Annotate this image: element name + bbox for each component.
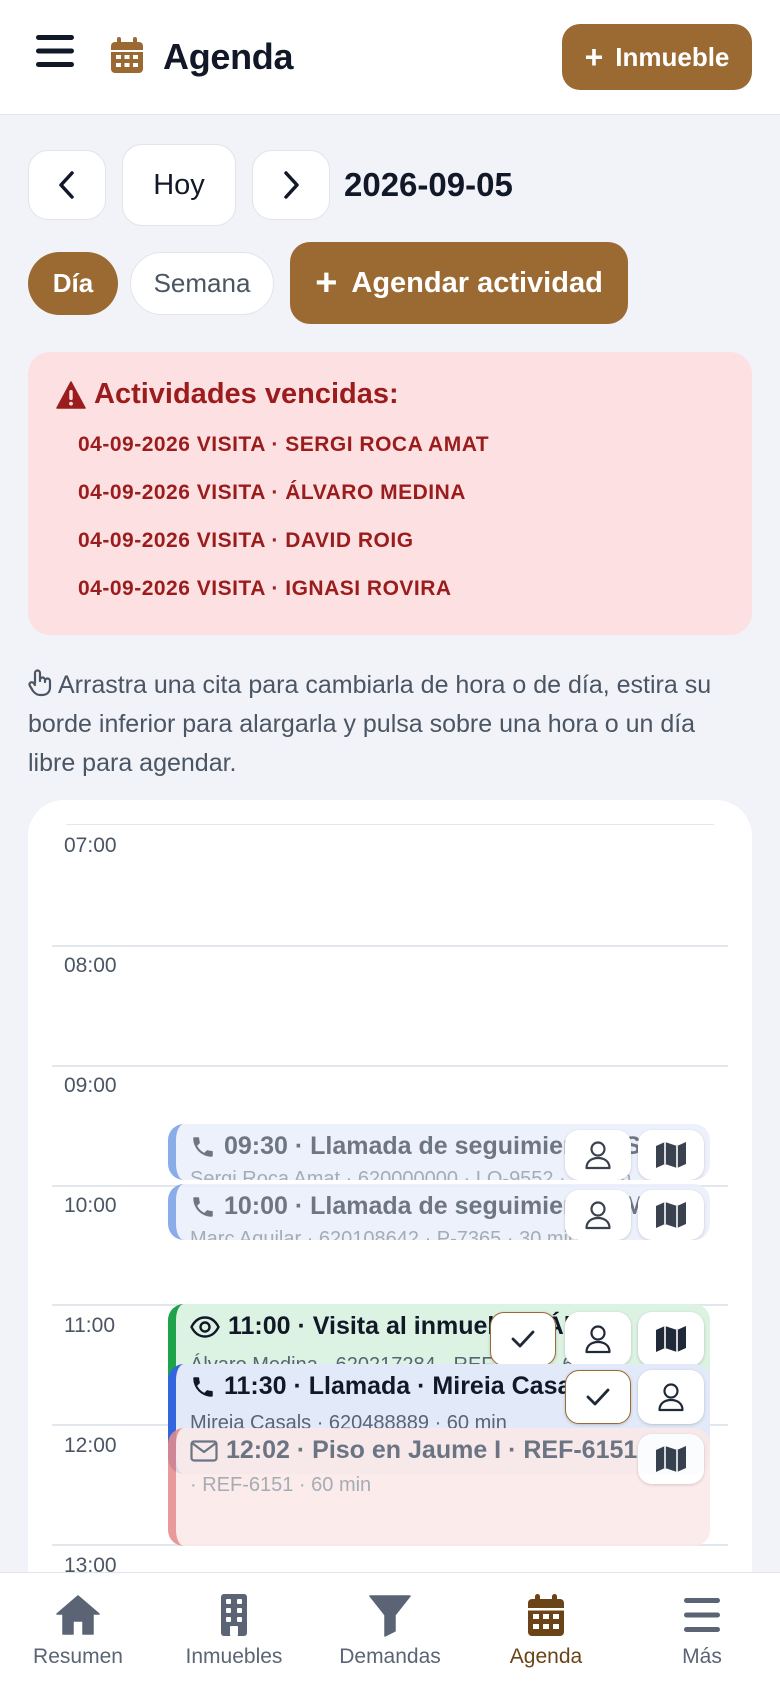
contact-button[interactable] bbox=[638, 1370, 704, 1424]
overdue-item[interactable]: 04-09-2026 VISITA · ÁLVARO MEDINA bbox=[78, 469, 752, 517]
event-title: 12:02 · Piso en Jaume I · REF-6151 bbox=[226, 1436, 638, 1464]
nav-tab-mas[interactable]: Más bbox=[624, 1593, 780, 1673]
pointer-hand-icon bbox=[28, 669, 54, 697]
overdue-title: Actividades vencidas: bbox=[94, 378, 399, 410]
map-icon bbox=[656, 1446, 686, 1472]
previous-day-button[interactable] bbox=[28, 150, 106, 220]
event-title: 11:30 · Llamada · Mireia Casals bbox=[224, 1372, 593, 1400]
user-icon bbox=[585, 1141, 611, 1170]
chevron-left-icon bbox=[59, 171, 74, 199]
today-button[interactable]: Hoy bbox=[122, 144, 236, 226]
map-button[interactable] bbox=[638, 1434, 704, 1484]
hour-line bbox=[52, 1065, 728, 1067]
overdue-header: Actividades vencidas: bbox=[56, 378, 752, 411]
building-icon bbox=[221, 1594, 247, 1636]
map-icon bbox=[656, 1202, 686, 1228]
event-card[interactable]: 12:02 · Piso en Jaume I · REF-6151 · REF… bbox=[168, 1428, 710, 1546]
calendar-icon bbox=[528, 1594, 564, 1636]
page-title: Agenda bbox=[163, 36, 294, 77]
hint-text: Arrastra una cita para cambiarla de hora… bbox=[28, 671, 712, 777]
warning-icon bbox=[56, 380, 86, 409]
new-property-label: Inmueble bbox=[615, 41, 730, 72]
view-day-button[interactable]: Día bbox=[28, 252, 118, 315]
hour-label: 08:00 bbox=[64, 954, 117, 977]
plus-icon: + bbox=[584, 39, 604, 75]
nav-tab-inmuebles[interactable]: Inmuebles bbox=[156, 1593, 312, 1673]
schedule-activity-button[interactable]: + Agendar actividad bbox=[290, 242, 628, 324]
next-day-button[interactable] bbox=[252, 150, 330, 220]
nav-label: Más bbox=[682, 1645, 722, 1668]
view-week-button[interactable]: Semana bbox=[130, 252, 274, 315]
overdue-item[interactable]: 04-09-2026 VISITA · SERGI ROCA AMAT bbox=[78, 421, 752, 469]
user-icon bbox=[585, 1325, 611, 1354]
nav-label: Inmuebles bbox=[185, 1645, 283, 1668]
map-button[interactable] bbox=[638, 1190, 704, 1240]
hamburger-menu-icon[interactable] bbox=[36, 33, 86, 79]
contact-button[interactable] bbox=[565, 1190, 631, 1240]
top-bar: Agenda + Inmueble bbox=[0, 0, 780, 115]
map-icon bbox=[656, 1142, 686, 1168]
phone-icon bbox=[193, 1196, 213, 1217]
schedule-activity-label: Agendar actividad bbox=[351, 266, 603, 299]
day-calendar[interactable]: 07:00 08:00 09:00 10:00 11:00 12:00 13:0… bbox=[28, 800, 752, 1620]
event-subtitle: · REF-6151 · 60 min bbox=[190, 1474, 372, 1496]
nav-label: Demandas bbox=[339, 1645, 441, 1668]
overdue-item[interactable]: 04-09-2026 VISITA · DAVID ROIG bbox=[78, 517, 752, 565]
overdue-item[interactable]: 04-09-2026 VISITA · IGNASI ROVIRA bbox=[78, 565, 752, 613]
drag-hint: Arrastra una cita para cambiarla de hora… bbox=[28, 666, 748, 783]
nav-label: Agenda bbox=[509, 1645, 583, 1668]
contact-button[interactable] bbox=[565, 1130, 631, 1180]
calendar-icon bbox=[110, 36, 146, 76]
hour-line bbox=[52, 945, 728, 947]
event-title-row: 12:02 · Piso en Jaume I · REF-6151 bbox=[190, 1436, 637, 1465]
phone-icon bbox=[193, 1136, 213, 1157]
hour-label: 07:00 bbox=[64, 834, 117, 857]
nav-tab-resumen[interactable]: Resumen bbox=[0, 1593, 156, 1673]
user-icon bbox=[585, 1201, 611, 1230]
event-subtitle: Marc Aguilar · 620108642 · P-7365 · 30 m… bbox=[190, 1228, 580, 1240]
hour-label: 11:00 bbox=[64, 1314, 115, 1337]
new-property-button[interactable]: + Inmueble bbox=[562, 24, 752, 90]
user-icon bbox=[658, 1383, 684, 1412]
event-card[interactable]: 10:00 · Llamada de seguimiento · M Marc … bbox=[168, 1184, 710, 1240]
filter-icon bbox=[369, 1595, 411, 1637]
map-button[interactable] bbox=[638, 1312, 704, 1366]
nav-label: Resumen bbox=[33, 1645, 123, 1668]
current-date: 2026-09-05 bbox=[344, 166, 513, 203]
phone-icon bbox=[193, 1376, 213, 1397]
check-icon bbox=[511, 1330, 535, 1348]
hour-label: 10:00 bbox=[64, 1194, 117, 1217]
complete-button[interactable] bbox=[490, 1312, 556, 1366]
mail-icon bbox=[190, 1439, 218, 1462]
overdue-alert: Actividades vencidas: 04-09-2026 VISITA … bbox=[28, 352, 752, 635]
check-icon bbox=[586, 1388, 610, 1406]
calendar-top-line bbox=[66, 824, 714, 825]
nav-tab-demandas[interactable]: Demandas bbox=[312, 1593, 468, 1673]
contact-button[interactable] bbox=[565, 1312, 631, 1366]
event-card[interactable]: 09:30 · Llamada de seguimiento · S Sergi… bbox=[168, 1124, 710, 1180]
nav-tab-agenda[interactable]: Agenda bbox=[468, 1593, 624, 1673]
menu-icon bbox=[684, 1598, 720, 1632]
eye-icon bbox=[190, 1315, 220, 1338]
home-icon bbox=[56, 1595, 100, 1635]
map-icon bbox=[656, 1326, 686, 1352]
bottom-navigation: Resumen Inmuebles Demandas Agenda Más bbox=[0, 1572, 780, 1688]
complete-button[interactable] bbox=[565, 1370, 631, 1424]
chevron-right-icon bbox=[284, 171, 299, 199]
plus-icon: + bbox=[315, 262, 338, 304]
overdue-list: 04-09-2026 VISITA · SERGI ROCA AMAT 04-0… bbox=[56, 421, 752, 613]
event-title-row: 11:00 · Visita al inmueble · Álvaro bbox=[190, 1312, 624, 1341]
event-title-row: 11:30 · Llamada · Mireia Casals bbox=[190, 1372, 592, 1401]
hour-label: 09:00 bbox=[64, 1074, 117, 1097]
hour-label: 12:00 bbox=[64, 1434, 117, 1457]
map-button[interactable] bbox=[638, 1130, 704, 1180]
